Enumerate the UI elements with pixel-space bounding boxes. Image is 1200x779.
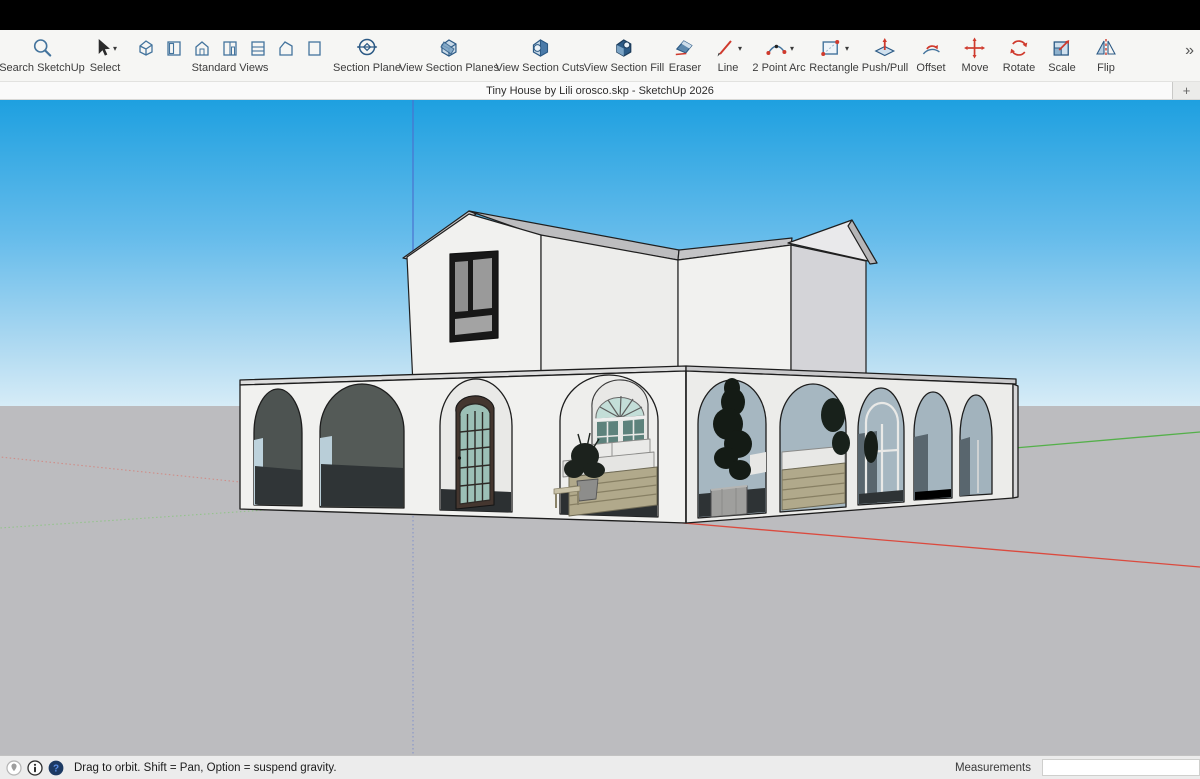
upper-window [450,251,498,342]
tool-move[interactable]: Move [962,35,989,75]
tool-flip[interactable]: Flip [1094,35,1118,75]
sketchup-window: Search SketchUp ▾ Select Standard Views [0,0,1200,779]
tool-label: Line [718,62,739,75]
iso-view-icon[interactable] [136,38,156,58]
model-canvas [0,100,1200,755]
tool-label: Rotate [1003,62,1035,75]
view-section-cuts-icon [528,36,552,60]
front-view-icon[interactable] [192,38,212,58]
chevron-down-icon: ▾ [738,44,742,53]
tool-view-section-cuts[interactable]: View Section Cuts [495,35,584,75]
arch-5-plant [698,378,766,518]
left-view-icon[interactable] [276,38,296,58]
tool-select[interactable]: ▾ Select [90,35,121,75]
tool-label: Offset [916,62,945,75]
tool-search[interactable]: Search SketchUp [0,35,85,75]
tool-offset[interactable]: Offset [916,35,945,75]
tool-label: Push/Pull [862,62,908,75]
chevron-down-icon: ▾ [790,44,794,53]
tool-line[interactable]: ▾ Line [714,35,742,75]
wall-right-front [678,245,791,385]
tool-label: Search SketchUp [0,62,85,75]
cursor-icon [93,37,111,59]
toolbar: Search SketchUp ▾ Select Standard Views [0,30,1200,82]
scale-icon [1050,36,1074,60]
tool-label: View Section Cuts [495,62,584,75]
tool-label: View Section Planes [399,62,499,75]
push-pull-icon [873,36,897,60]
section-plane-icon [355,36,379,60]
status-bar: ? Drag to orbit. Shift = Pan, Option = s… [0,755,1200,779]
info-icon[interactable] [27,760,43,776]
arch-2 [320,384,404,508]
view-section-planes-icon [437,36,461,60]
measurements-label: Measurements [955,762,1031,774]
arc-icon [764,37,788,59]
eraser-icon [673,36,697,60]
small-plant [864,431,878,463]
door-knob [458,456,461,459]
chevron-down-icon: ▾ [113,44,117,53]
arch-1 [254,389,302,506]
arch-3-door [440,379,512,512]
move-icon [963,36,987,60]
tool-rotate[interactable]: Rotate [1003,35,1035,75]
wall-right-side [791,245,866,385]
flip-icon [1094,36,1118,60]
tool-push-pull[interactable]: Push/Pull [862,35,908,75]
arch-4-window [554,375,658,517]
tool-label: Select [90,62,121,75]
tool-label: Section Plane [333,62,401,75]
tool-label: Standard Views [192,62,269,75]
tool-section-plane[interactable]: Section Plane [333,35,401,75]
chevron-down-icon: ▾ [845,44,849,53]
document-tab-bar: Tiny House by Lili orosco.skp - SketchUp… [0,82,1200,100]
tool-label: Scale [1048,62,1076,75]
tool-view-section-planes[interactable]: View Section Planes [399,35,499,75]
new-tab-button[interactable]: + [1172,82,1200,99]
pencil-icon [714,37,736,59]
right-view-icon[interactable] [220,38,240,58]
tool-label: View Section Fill [584,62,665,75]
view-section-fill-icon [612,36,636,60]
status-hint: Drag to orbit. Shift = Pan, Option = sus… [74,762,337,774]
geolocation-icon[interactable] [6,760,22,776]
measurements-input[interactable] [1042,759,1200,776]
tool-label: Rectangle [809,62,859,75]
rotate-icon [1007,36,1031,60]
entry-door [456,396,494,509]
tool-standard-views: Standard Views [136,35,324,75]
rectangle-icon [819,37,843,59]
svg-text:?: ? [53,763,59,774]
tool-eraser[interactable]: Eraser [669,35,701,75]
tool-label: Flip [1097,62,1115,75]
tool-view-section-fill[interactable]: View Section Fill [584,35,665,75]
colonnade-right-end [1013,384,1018,498]
toolbar-overflow-button[interactable]: » [1185,42,1192,60]
model-viewport[interactable] [0,100,1200,755]
colonnade [240,366,1018,523]
help-icon[interactable]: ? [48,760,64,776]
wall-middle [541,235,678,385]
menu-bar [0,0,1200,30]
back-view-icon[interactable] [248,38,268,58]
sofa-right [782,446,845,510]
offset-icon [919,36,943,60]
tool-label: Eraser [669,62,701,75]
arch-8 [914,392,952,500]
search-icon [31,37,53,59]
tool-rectangle[interactable]: ▾ Rectangle [809,35,859,75]
arch-6-sofa [780,384,850,512]
arch-7 [858,388,904,505]
bottom-view-icon[interactable] [304,38,324,58]
top-view-icon[interactable] [164,38,184,58]
tool-label: 2 Point Arc [752,62,805,75]
tool-two-point-arc[interactable]: ▾ 2 Point Arc [752,35,805,75]
tool-scale[interactable]: Scale [1048,35,1076,75]
document-title: Tiny House by Lili orosco.skp - SketchUp… [486,85,714,97]
arch-9 [960,395,992,496]
tool-label: Move [962,62,989,75]
concrete-planter [711,486,747,517]
